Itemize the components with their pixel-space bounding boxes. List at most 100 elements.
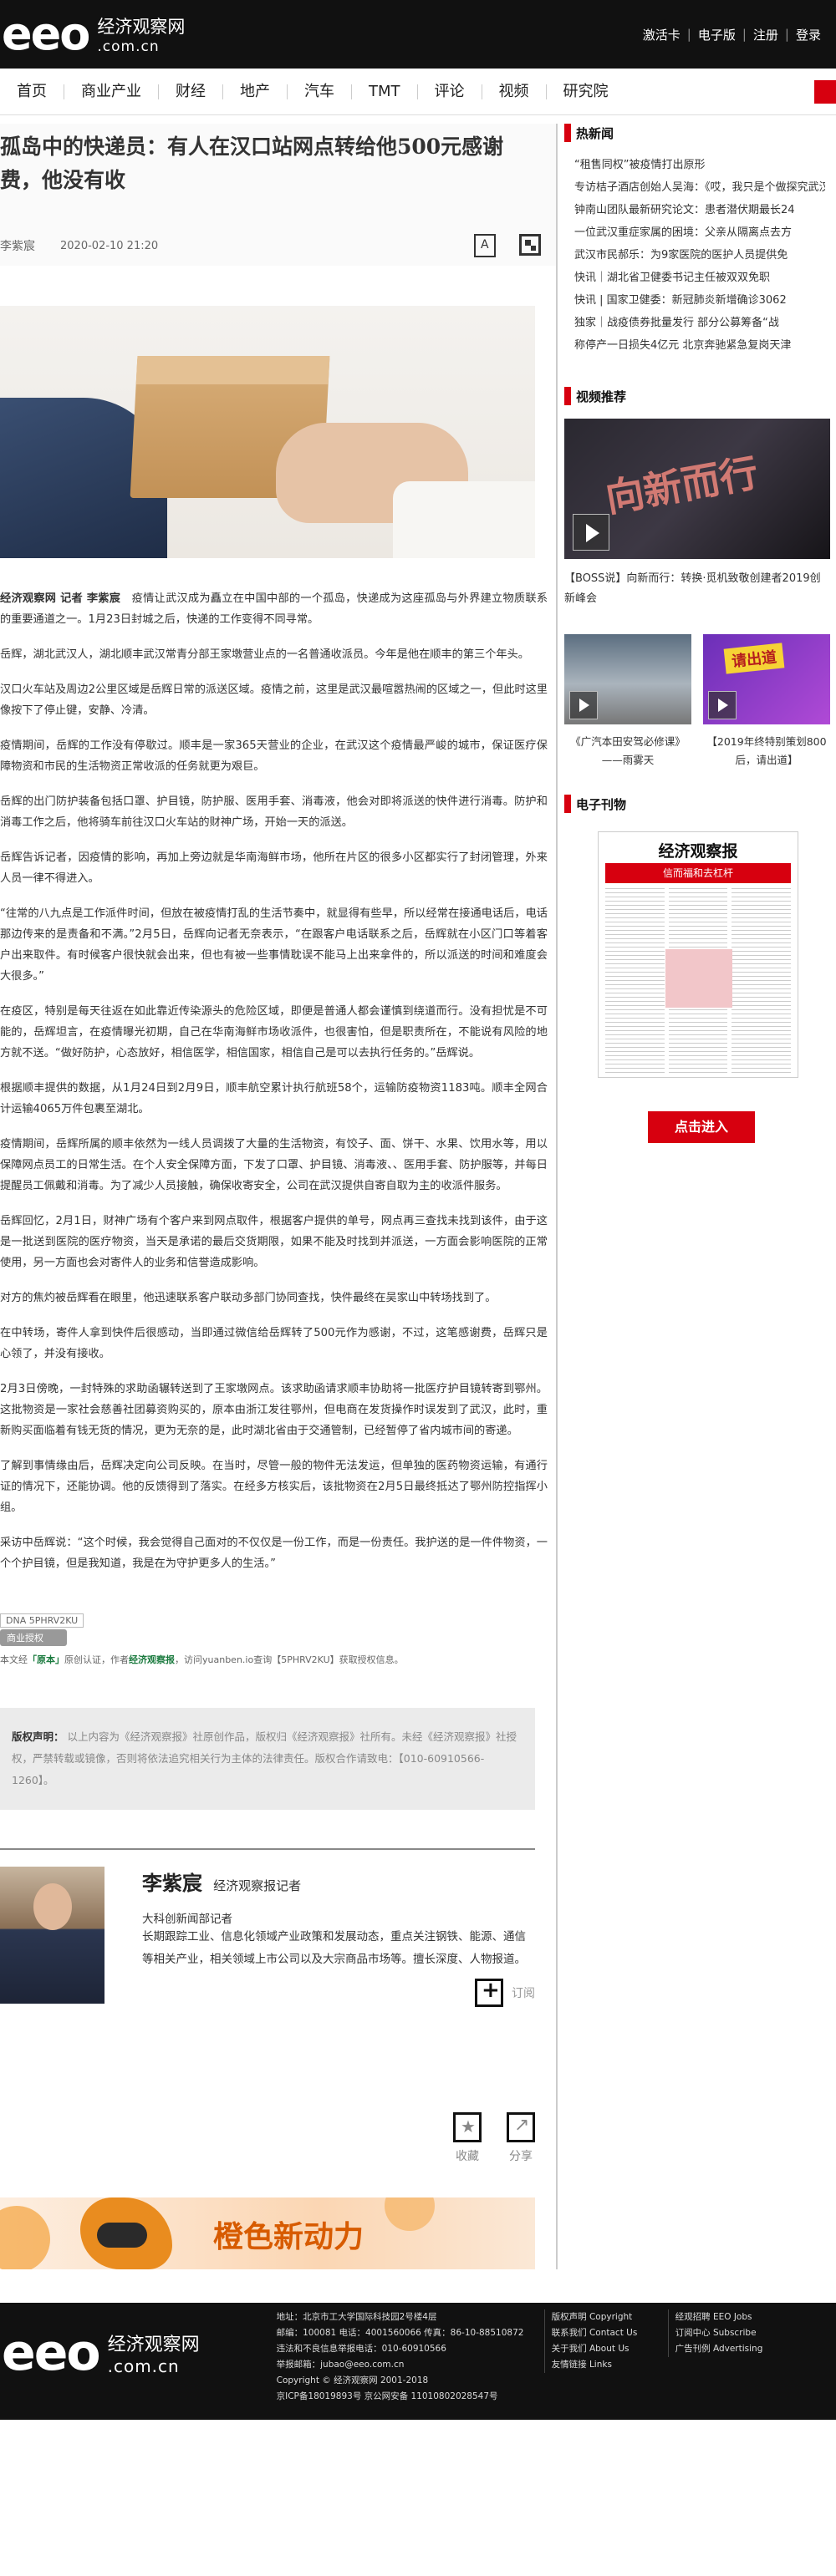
video-card[interactable]: 《广汽本田安驾必修课》——雨雾天	[564, 634, 691, 770]
separator: |	[784, 27, 789, 42]
video-thumbnail[interactable]	[564, 634, 691, 724]
logo-text: 经济观察网 .com.cn	[108, 2330, 200, 2376]
logo-mark: eeo	[2, 2324, 101, 2382]
footer-link[interactable]: 广告刊例 Advertising	[675, 2341, 768, 2357]
nav-auto[interactable]: 汽车	[288, 84, 352, 99]
video-caption[interactable]: 《广汽本田安驾必修课》——雨雾天	[564, 733, 691, 770]
nav-business[interactable]: 商业产业	[64, 84, 159, 99]
paragraph: 岳辉回忆，2月1日，财神广场有个客户来到网点取件，根据客户提供的单号，网点再三查…	[0, 1215, 548, 1269]
paragraph: 根据顺丰提供的数据，从1月24日到2月9日，顺丰航空累计执行航班58个，运输防疫…	[0, 1082, 548, 1115]
logo-url: .com.cn	[107, 2356, 180, 2376]
footer-logo[interactable]: eeo 经济观察网 .com.cn	[0, 2328, 200, 2378]
site-logo[interactable]: eeo 经济观察网 .com.cn	[0, 12, 185, 57]
star-icon	[453, 2112, 482, 2142]
hot-news-item[interactable]: 独家｜战疫债券批量发行 部分公募筹备“战	[574, 312, 825, 334]
paragraph: 岳辉的出门防护装备包括口罩、护目镜，防护服、医用手套、消毒液，他会对即将派送的快…	[0, 795, 548, 829]
hot-news-item[interactable]: 称停产一日损失4亿元 北京奔驰紧急复岗天津	[574, 334, 825, 357]
video-grid: 《广汽本田安驾必修课》——雨雾天 请出道 【2019年终特别策划800后，请出道…	[564, 634, 836, 770]
footer-link[interactable]: 经观招聘 EEO Jobs	[675, 2309, 768, 2325]
featured-video[interactable]: 向新而行	[564, 419, 830, 559]
ad-banner[interactable]: 橙色新动力	[0, 2197, 535, 2269]
footer-line: 京ICP备18019893号 京公网安备 11010802028547号	[276, 2391, 498, 2401]
section-divider	[0, 1848, 535, 1850]
author-role: 经济观察报记者	[213, 1878, 302, 1893]
activate-card-link[interactable]: 激活卡	[643, 26, 681, 43]
share-icon	[507, 2112, 535, 2142]
article-meta: 李紫宸 2020-02-10 21:20	[0, 234, 556, 257]
epaper-column	[605, 888, 665, 1076]
tiger-illustration	[80, 2197, 172, 2269]
lead-source: 经济观察网 记者 李紫宸	[0, 592, 121, 605]
search-icon[interactable]	[814, 80, 836, 104]
footer: eeo 经济观察网 .com.cn 地址：北京市工大学国际科技园2号楼4层 邮编…	[0, 2303, 836, 2420]
article-author[interactable]: 李紫宸	[0, 237, 35, 254]
nav-tmt[interactable]: TMT	[352, 84, 418, 99]
author-card: 李紫宸 经济观察报记者 大科创新闻部记者 长期跟踪工业、信息化领域产业政策和发展…	[0, 1867, 556, 2004]
video-card[interactable]: 请出道 【2019年终特别策划800后，请出道】	[703, 634, 830, 770]
featured-video-caption[interactable]: 【BOSS说】向新而行：转换·觅机致敬创建者2019创新峰会	[564, 569, 830, 609]
epaper-cover[interactable]: 经济观察报 信而福和去杠杆	[598, 831, 798, 1078]
favorite-button[interactable]: 收藏	[453, 2112, 482, 2164]
footer-line: 邮编：100081 电话：4001560066 传真：86-10-8851087…	[276, 2328, 524, 2338]
video-caption[interactable]: 【2019年终特别策划800后，请出道】	[703, 733, 830, 770]
hot-news-item[interactable]: 一位武汉重症家属的困境：父亲从隔离点去方	[574, 221, 825, 244]
play-icon[interactable]	[573, 514, 609, 551]
footer-link[interactable]: 关于我们 About Us	[552, 2341, 668, 2357]
register-link[interactable]: 注册	[753, 26, 778, 43]
hot-news-list: “租售同权”被疫情打出原形 专访桔子酒店创始人吴海：《哎，我只是个做探究武汉疫情…	[564, 154, 836, 357]
nav-research[interactable]: 研究院	[547, 84, 625, 99]
footer-link[interactable]: 联系我们 Contact Us	[552, 2325, 668, 2341]
footer-link[interactable]: 版权声明 Copyright	[552, 2309, 668, 2325]
paragraph: 对方的焦灼被岳辉看在眼里，他迅速联系客户联动多部门协同查找，快件最终在吴家山中转…	[0, 1292, 497, 1304]
hot-news-heading: 热新闻	[564, 124, 836, 142]
hot-news-item[interactable]: 钟南山团队最新研究论文：患者潜伏期最长24	[574, 199, 825, 221]
font-size-icon[interactable]	[474, 234, 496, 257]
hot-news-item[interactable]: 快讯｜湖北省卫健委书记主任被双双免职	[574, 267, 825, 289]
subscribe-button[interactable]: 订阅	[475, 1978, 535, 2007]
source-author-link[interactable]: 经济观察报	[129, 1654, 175, 1665]
play-icon[interactable]	[569, 691, 598, 719]
logo-mark: eeo	[2, 8, 90, 60]
login-link[interactable]: 登录	[796, 26, 821, 43]
epaper-link[interactable]: 电子版	[698, 26, 736, 43]
nav-realestate[interactable]: 地产	[223, 84, 288, 99]
epaper-column	[732, 888, 792, 1076]
paragraph: 岳辉，湖北武汉人，湖北顺丰武汉常青分部王家墩营业点的一名普通收派员。今年是他在顺…	[0, 648, 529, 661]
play-icon[interactable]	[708, 691, 737, 719]
paragraph: 2月3日傍晚，一封特殊的求助函辗转送到了王家墩网点。该求助函请求顺丰协助将一批医…	[0, 1383, 548, 1437]
top-links: 激活卡 | 电子版 | 注册 | 登录	[643, 26, 821, 43]
epaper-photo	[665, 949, 732, 1008]
source-brand-link[interactable]: 「原本」	[28, 1654, 64, 1665]
share-button[interactable]: 分享	[507, 2112, 535, 2164]
hot-news-item[interactable]: 专访桔子酒店创始人吴海：《哎，我只是个做探究武汉疫情医护感染	[574, 176, 825, 199]
video-thumbnail[interactable]: 请出道	[703, 634, 830, 724]
paragraph: 在中转场，寄件人拿到快件后很感动，当即通过微信给岳辉转了500元作为感谢，不过，…	[0, 1327, 548, 1360]
paragraph: 岳辉告诉记者，因疫情的影响，再加上旁边就是华南海鲜市场，他所在片区的很多小区都实…	[0, 851, 548, 885]
footer-links-2: 经观招聘 EEO Jobs 订阅中心 Subscribe 广告刊例 Advert…	[667, 2309, 768, 2357]
article-title: 孤岛中的快递员：有人在汉口站网点转给他500元感谢费，他没有收	[0, 135, 504, 192]
author-bio: 长期跟踪工业、信息化领域产业政策和发展动态，重点关注钢铁、能源、通信等相关产业，…	[142, 1930, 526, 1966]
subscribe-label: 订阅	[512, 1987, 535, 2000]
hot-news-item[interactable]: 快讯 | 国家卫健委：新冠肺炎新增确诊3062	[574, 289, 825, 312]
share-label: 分享	[509, 2150, 533, 2163]
commercial-license-button[interactable]: 商业授权	[0, 1629, 67, 1646]
enter-epaper-button[interactable]: 点击进入	[648, 1111, 755, 1143]
footer-link[interactable]: 友情链接 Links	[552, 2357, 668, 2373]
hot-news-item[interactable]: 武汉市民郝乐：为9家医院的医护人员提供免	[574, 244, 825, 267]
nav-opinion[interactable]: 评论	[418, 84, 482, 99]
author-name[interactable]: 李紫宸	[142, 1872, 202, 1895]
paragraph: 疫情期间，岳辉的工作没有停歇过。顺丰是一家365天营业的企业，在武汉这个疫情最严…	[0, 739, 548, 773]
article-hero-image	[0, 306, 535, 558]
epaper-headline: 信而福和去杠杆	[605, 863, 791, 883]
article-date: 2020-02-10 21:20	[60, 239, 159, 252]
nav-finance[interactable]: 财经	[159, 84, 223, 99]
nav-home[interactable]: 首页	[0, 84, 64, 99]
article-lead: 经济观察网 记者 李紫宸 疫情让武汉成为矗立在中国中部的一个孤岛，快递成为这座孤…	[0, 588, 548, 630]
nav-video[interactable]: 视频	[482, 84, 547, 99]
qr-code-icon[interactable]	[519, 234, 541, 256]
article-body: 经济观察网 记者 李紫宸 疫情让武汉成为矗立在中国中部的一个孤岛，快递成为这座孤…	[0, 588, 556, 1574]
article-tools	[474, 234, 541, 257]
hot-news-item[interactable]: “租售同权”被疫情打出原形	[574, 154, 825, 176]
author-avatar[interactable]	[0, 1867, 104, 2004]
footer-link[interactable]: 订阅中心 Subscribe	[675, 2325, 768, 2341]
